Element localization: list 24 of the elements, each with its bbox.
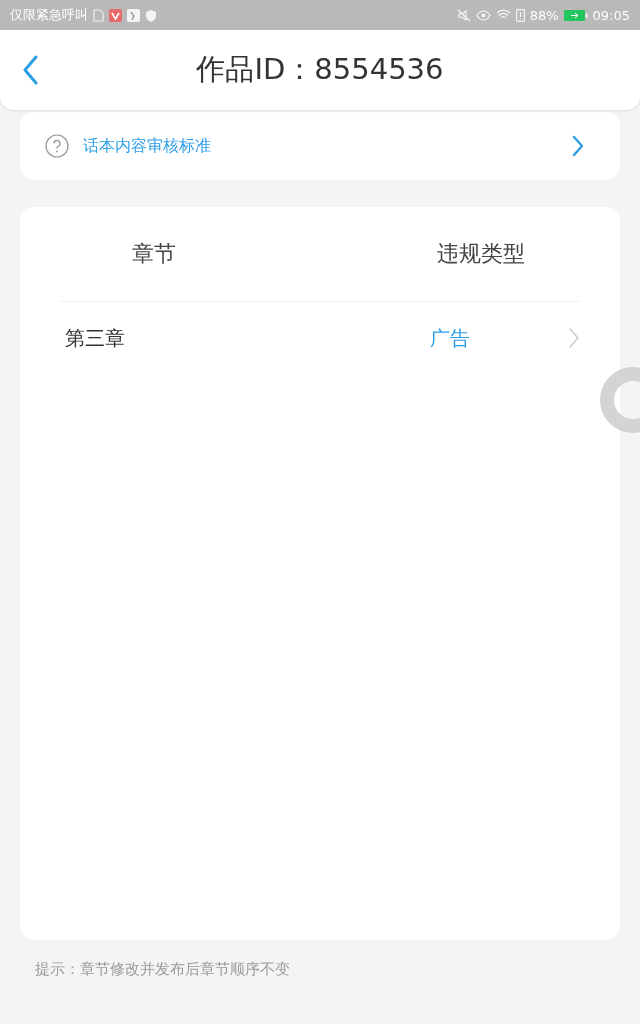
battery-percent: 88%: [529, 7, 559, 23]
back-button[interactable]: [22, 55, 38, 85]
column-header: 章节: [132, 240, 176, 268]
guideline-link-text[interactable]: 话本内容审核标准: [83, 135, 558, 157]
chevron-right-icon: [572, 135, 584, 157]
help-icon: [45, 134, 69, 158]
table-row[interactable]: 第三章 广告: [20, 302, 620, 374]
wifi-icon: [495, 9, 511, 21]
battery-icon: [563, 9, 588, 21]
app-icon: [127, 8, 140, 22]
shield-icon: [145, 8, 157, 22]
hint-text: 提示：章节修改并发布后章节顺序不变: [34, 959, 291, 980]
chevron-right-icon: [568, 327, 580, 349]
clock-time: 09:05: [592, 7, 630, 23]
violation-type: 广告: [430, 324, 470, 352]
eye-icon: [475, 9, 491, 21]
page-title: 作品ID：8554536: [196, 51, 444, 88]
guideline-link[interactable]: 话本内容审核标准: [20, 112, 620, 180]
mute-icon: [456, 8, 471, 22]
column-header: 违规类型: [437, 240, 525, 268]
app-icon: [109, 8, 122, 22]
chapter-name: 第三章: [65, 324, 126, 352]
carrier-text: 仅限紧急呼叫: [10, 6, 88, 24]
sim-alert-icon: [515, 8, 525, 22]
